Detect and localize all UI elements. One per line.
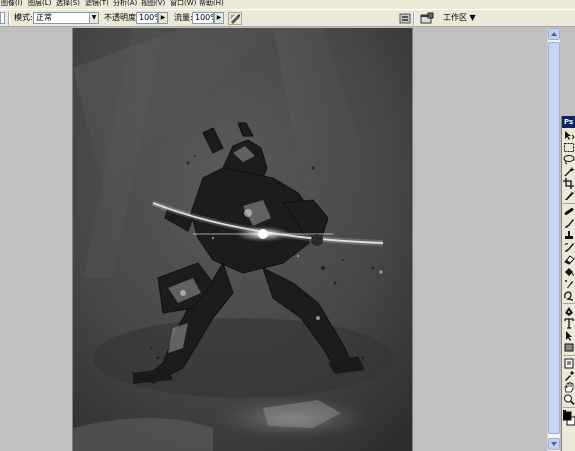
menu-analysis[interactable]: 分析(A) — [113, 0, 137, 8]
toolbox-panel: Ps — [561, 116, 575, 451]
mode-select[interactable]: 正常 — [33, 12, 90, 24]
eraser-tool-icon[interactable] — [563, 254, 575, 265]
move-tool-icon[interactable] — [563, 130, 575, 141]
menu-layer[interactable]: 图层(L) — [28, 0, 51, 8]
blur-tool-icon[interactable] — [563, 278, 575, 289]
mode-label: 模式: — [14, 13, 33, 22]
flow-input[interactable]: 100% — [192, 12, 214, 24]
lasso-tool-icon[interactable] — [563, 154, 575, 165]
options-bar: 模式: 正常 ▼ 不透明度: 100% ▶ 流量: 100% ▶ 工作区 ▼ — [0, 9, 575, 27]
healing-brush-tool-icon[interactable] — [563, 206, 575, 217]
toolbox-separator — [563, 203, 575, 204]
opacity-label: 不透明度: — [104, 13, 139, 22]
crop-tool-icon[interactable] — [563, 178, 575, 189]
workspace-icon[interactable] — [420, 12, 434, 25]
options-separator — [413, 12, 415, 25]
menu-view[interactable]: 视图(V) — [141, 0, 165, 8]
brush-tool-icon[interactable] — [563, 218, 575, 229]
menu-select[interactable]: 选择(S) — [56, 0, 80, 8]
magic-wand-tool-icon[interactable] — [563, 166, 575, 177]
toolbox-separator — [563, 355, 575, 356]
toolbox-separator — [563, 303, 575, 304]
palette-well-icon[interactable] — [398, 12, 412, 25]
airbrush-icon[interactable] — [228, 12, 242, 25]
path-selection-tool-icon[interactable] — [563, 330, 575, 341]
slice-tool-icon[interactable] — [563, 190, 575, 201]
tool-preset-picker[interactable] — [0, 12, 5, 24]
document-area — [0, 28, 547, 451]
dodge-tool-icon[interactable] — [563, 290, 575, 301]
scroll-up-icon[interactable] — [548, 28, 560, 40]
flow-slider-button[interactable]: ▶ — [214, 12, 224, 24]
history-brush-tool-icon[interactable] — [563, 242, 575, 253]
menu-window[interactable]: 窗口(W) — [170, 0, 196, 8]
color-swatches-icon[interactable] — [563, 410, 575, 426]
menu-bar: 图像(I) 图层(L) 选择(S) 滤镜(T) 分析(A) 视图(V) 窗口(W… — [0, 0, 575, 9]
scrollbar-thumb[interactable] — [548, 42, 560, 434]
toolbox-title: Ps — [562, 116, 575, 128]
hand-tool-icon[interactable] — [563, 382, 575, 393]
opacity-slider-button[interactable]: ▶ — [158, 12, 168, 24]
flow-label: 流量: — [174, 13, 193, 22]
marquee-tool-icon[interactable] — [563, 142, 575, 153]
menu-image[interactable]: 图像(I) — [1, 0, 23, 8]
workspace-menu[interactable]: 工作区 ▼ — [443, 13, 476, 23]
menu-filter[interactable]: 滤镜(T) — [85, 0, 109, 8]
type-tool-icon[interactable] — [563, 318, 575, 329]
document-canvas[interactable] — [72, 28, 413, 451]
clone-stamp-tool-icon[interactable] — [563, 230, 575, 241]
pen-tool-icon[interactable] — [563, 306, 575, 317]
gradient-tool-icon[interactable] — [563, 266, 575, 277]
eyedropper-tool-icon[interactable] — [563, 370, 575, 381]
vertical-scrollbar[interactable] — [547, 28, 560, 451]
toolbox-separator — [563, 407, 575, 408]
opacity-input[interactable]: 100% — [136, 12, 158, 24]
options-separator — [8, 12, 10, 25]
zoom-tool-icon[interactable] — [563, 394, 575, 405]
notes-tool-icon[interactable] — [563, 358, 575, 369]
mode-dropdown-button[interactable]: ▼ — [89, 12, 99, 24]
scroll-down-icon[interactable] — [548, 438, 560, 450]
shape-tool-icon[interactable] — [563, 342, 575, 353]
menu-help[interactable]: 帮助(H) — [199, 0, 224, 8]
